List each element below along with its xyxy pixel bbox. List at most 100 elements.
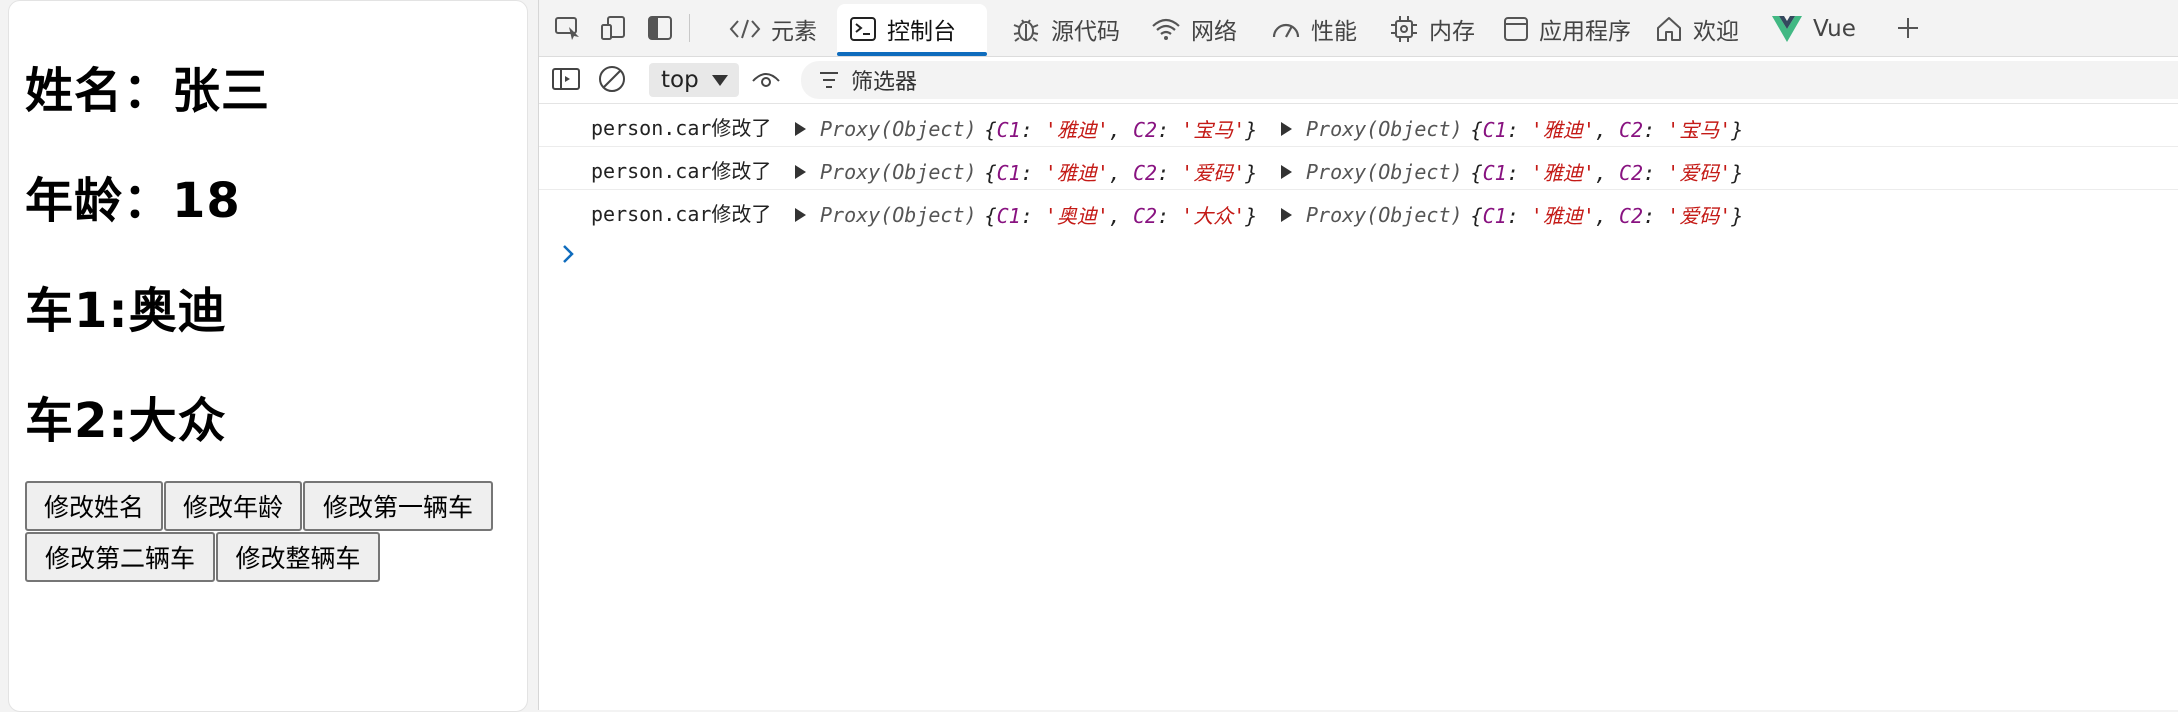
- console-icon: [850, 17, 876, 41]
- gauge-icon: [1272, 23, 1300, 38]
- change-car1-button[interactable]: 修改第一辆车: [303, 481, 493, 531]
- object-key: C1: [996, 204, 1021, 228]
- name-heading: 姓名：张三: [25, 63, 271, 119]
- console-output: person.car修改了 Proxy(Object) {C1: '雅迪', C…: [539, 104, 2178, 710]
- tab-sources[interactable]: 源代码: [999, 4, 1132, 54]
- object-preview: {C1: '奥迪', C2: '大众'}: [984, 204, 1258, 228]
- home-icon: [1657, 17, 1681, 41]
- change-car2-button[interactable]: 修改第二辆车: [25, 532, 215, 582]
- proxy-label: Proxy(Object): [820, 116, 977, 141]
- tab-performance-label: 性能: [1311, 19, 1357, 45]
- expand-triangle-icon[interactable]: [1281, 121, 1292, 136]
- old-value-object[interactable]: Proxy(Object) {C1: '雅迪', C2: '爱码'}: [1281, 200, 1743, 229]
- console-message: person.car修改了 Proxy(Object) {C1: '奥迪', C…: [539, 190, 2178, 232]
- age-heading: 年龄：18: [25, 173, 241, 229]
- application-icon: [1504, 17, 1528, 41]
- old-value-object[interactable]: Proxy(Object) {C1: '雅迪', C2: '宝马'}: [1281, 114, 1743, 143]
- car2-heading: 车2:大众: [25, 393, 227, 449]
- console-message-text: person.car修改了: [591, 159, 772, 183]
- tab-elements[interactable]: 元素: [717, 4, 829, 54]
- change-name-button[interactable]: 修改姓名: [25, 481, 163, 531]
- tabbar-divider: [689, 14, 690, 42]
- tab-elements-label: 元素: [771, 19, 817, 45]
- inspect-element-icon[interactable]: [553, 14, 583, 42]
- tab-network[interactable]: 网络: [1139, 4, 1249, 54]
- context-select[interactable]: top: [649, 63, 739, 97]
- console-message: person.car修改了 Proxy(Object) {C1: '雅迪', C…: [539, 104, 2178, 147]
- filter-icon: [820, 72, 838, 88]
- object-key: C1: [996, 118, 1021, 142]
- devtools-panel: 元素 控制台 源代码 网络 性能 内存 应用程序 欢迎 Vue top 筛选器 …: [538, 0, 2178, 710]
- plus-icon[interactable]: [1893, 14, 1923, 42]
- expand-triangle-icon[interactable]: [795, 207, 806, 222]
- bug-icon: [1013, 19, 1039, 42]
- expand-triangle-icon[interactable]: [1281, 207, 1292, 222]
- live-expression-eye-icon[interactable]: [751, 65, 781, 93]
- change-age-button[interactable]: 修改年龄: [164, 481, 302, 531]
- tab-welcome[interactable]: 欢迎: [1643, 4, 1751, 54]
- object-key: C1: [1482, 161, 1507, 185]
- object-preview: {C1: '雅迪', C2: '宝马'}: [984, 118, 1258, 142]
- console-message: person.car修改了 Proxy(Object) {C1: '雅迪', C…: [539, 147, 2178, 190]
- dropdown-arrow-icon: [711, 75, 728, 86]
- new-value-object[interactable]: Proxy(Object) {C1: '雅迪', C2: '爱码'}: [795, 157, 1257, 186]
- show-console-sidebar-icon[interactable]: [551, 65, 581, 93]
- proxy-label: Proxy(Object): [1306, 202, 1463, 227]
- console-message-text: person.car修改了: [591, 202, 772, 226]
- tab-sources-label: 源代码: [1051, 19, 1120, 45]
- code-icon: [729, 19, 761, 39]
- devtools-tabbar: 元素 控制台 源代码 网络 性能 内存 应用程序 欢迎 Vue: [539, 0, 2178, 57]
- object-value: '雅迪': [1044, 161, 1109, 185]
- console-prompt-chevron-icon[interactable]: [561, 242, 575, 272]
- new-value-object[interactable]: Proxy(Object) {C1: '奥迪', C2: '大众'}: [795, 200, 1257, 229]
- object-key: C2: [1132, 118, 1158, 142]
- proxy-label: Proxy(Object): [820, 202, 977, 227]
- new-value-object[interactable]: Proxy(Object) {C1: '雅迪', C2: '宝马'}: [795, 114, 1257, 143]
- tab-memory[interactable]: 内存: [1377, 4, 1487, 54]
- object-value: '爱码': [1181, 161, 1246, 185]
- memory-chip-icon: [1391, 16, 1417, 42]
- expand-triangle-icon[interactable]: [795, 121, 806, 136]
- filter-placeholder: 筛选器: [851, 70, 918, 95]
- object-key: C2: [1618, 118, 1644, 142]
- object-value: '雅迪': [1530, 118, 1595, 142]
- object-value: '大众': [1181, 204, 1246, 228]
- tab-application-label: 应用程序: [1539, 19, 1631, 45]
- tab-welcome-label: 欢迎: [1693, 19, 1739, 45]
- expand-triangle-icon[interactable]: [795, 164, 806, 179]
- object-value: '雅迪': [1044, 118, 1109, 142]
- tab-console-label: 控制台: [887, 19, 956, 45]
- car1-heading: 车1:奥迪: [25, 283, 227, 339]
- tab-network-label: 网络: [1191, 19, 1237, 45]
- object-key: C2: [1132, 161, 1158, 185]
- tab-vue[interactable]: Vue: [1759, 4, 1868, 54]
- object-value: '奥迪': [1044, 204, 1109, 228]
- object-key: C1: [996, 161, 1021, 185]
- wifi-icon: [1152, 18, 1180, 40]
- clear-console-icon[interactable]: [597, 65, 627, 93]
- tab-vue-label: Vue: [1813, 16, 1856, 42]
- device-emulation-icon[interactable]: [599, 14, 629, 42]
- object-value: '宝马': [1181, 118, 1246, 142]
- old-value-object[interactable]: Proxy(Object) {C1: '雅迪', C2: '爱码'}: [1281, 157, 1743, 186]
- proxy-label: Proxy(Object): [1306, 159, 1463, 184]
- object-value: '宝马': [1667, 118, 1732, 142]
- toggle-sidebar-icon[interactable]: [645, 14, 675, 42]
- object-key: C1: [1482, 204, 1507, 228]
- object-value: '爱码': [1667, 204, 1732, 228]
- object-preview: {C1: '雅迪', C2: '爱码'}: [984, 161, 1258, 185]
- change-all-cars-button[interactable]: 修改整辆车: [216, 532, 380, 582]
- tab-application[interactable]: 应用程序: [1491, 4, 1643, 54]
- expand-triangle-icon[interactable]: [1281, 164, 1292, 179]
- tab-console[interactable]: 控制台: [837, 4, 987, 56]
- console-filter-input[interactable]: 筛选器: [801, 61, 2178, 99]
- object-preview: {C1: '雅迪', C2: '爱码'}: [1470, 161, 1744, 185]
- object-preview: {C1: '雅迪', C2: '宝马'}: [1470, 118, 1744, 142]
- object-value: '雅迪': [1530, 204, 1595, 228]
- context-select-value: top: [661, 67, 699, 93]
- tab-performance[interactable]: 性能: [1259, 4, 1369, 54]
- tab-memory-label: 内存: [1429, 19, 1475, 45]
- object-value: '爱码': [1667, 161, 1732, 185]
- page-preview: 姓名：张三 年龄：18 车1:奥迪 车2:大众 修改姓名 修改年龄 修改第一辆车…: [8, 0, 528, 712]
- object-preview: {C1: '雅迪', C2: '爱码'}: [1470, 204, 1744, 228]
